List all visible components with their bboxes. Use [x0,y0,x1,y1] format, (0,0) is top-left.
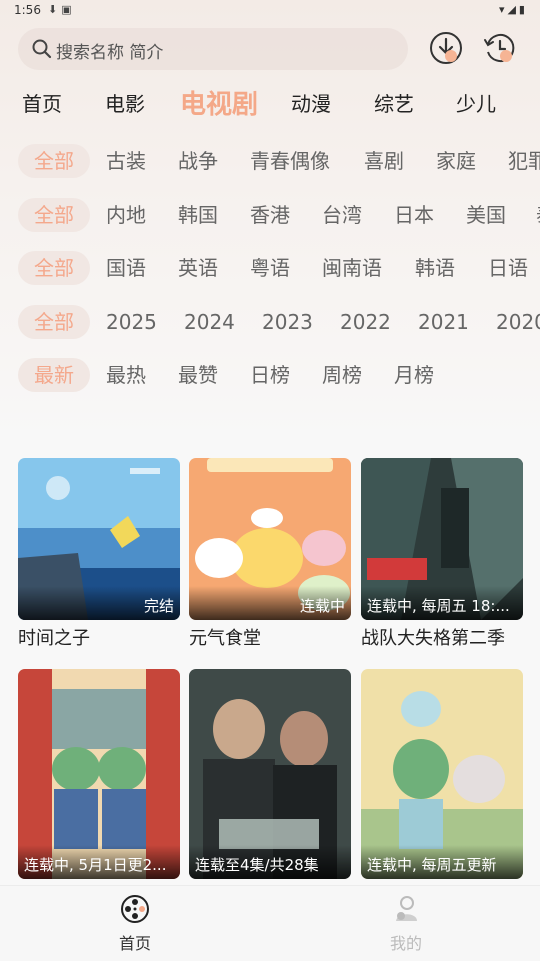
filter-chip[interactable]: 粤语 [250,251,290,285]
poster-image: 完结 [18,458,180,620]
filter-chip[interactable]: 日榜 [250,358,290,392]
poster-image: 连载至4集/共28集 [189,669,351,879]
poster-image: 连载中 [189,458,351,620]
status-badge: 连载中, 每周五 18:... [361,586,523,620]
filter-chip[interactable]: 内地 [106,198,146,232]
status-bar: 1:56 ⬇▣ ▾◢▮ [0,0,540,22]
filter-chip[interactable]: 2025 [106,305,157,339]
filter-chip[interactable]: 2022 [340,305,391,339]
filter-chip[interactable]: 日本 [394,198,434,232]
filter-chip[interactable]: 犯罪 [508,144,540,178]
profile-icon [396,896,417,921]
filter-chip[interactable]: 韩国 [178,198,218,232]
filter-row-region: 全部 内地 韩国 香港 台湾 日本 美国 泰 [0,196,540,238]
download-icon[interactable] [428,30,464,66]
bottom-nav: 首页 我的 [0,885,540,961]
filter-chip[interactable]: 日语 [488,251,528,285]
nav-home-label: 首页 [118,934,151,953]
status-badge: 连载中 [189,586,351,620]
filter-chip[interactable]: 全部 [18,305,90,339]
history-icon[interactable] [482,30,518,66]
filter-chip[interactable]: 战争 [178,144,218,178]
filter-chip[interactable]: 国语 [106,251,146,285]
filter-chip[interactable]: 韩语 [415,251,455,285]
tab-variety[interactable]: 综艺 [374,88,414,117]
system-icons: ▾◢▮ [498,3,528,16]
status-badge: 连载至4集/共28集 [189,845,351,879]
filter-chip[interactable]: 泰 [536,198,540,232]
search-icon [32,39,52,59]
video-title: 战队大失格第二季 [361,628,505,649]
filter-chip[interactable]: 2021 [418,305,469,339]
tab-kids[interactable]: 少儿 [456,88,496,117]
filter-chip[interactable]: 台湾 [322,198,362,232]
tab-home[interactable]: 首页 [22,88,62,117]
filter-chip[interactable]: 最赞 [178,358,218,392]
video-title: 时间之子 [18,628,90,649]
status-time: 1:56 [14,3,41,17]
status-badge: 完结 [18,586,180,620]
filter-chip[interactable]: 青春偶像 [250,144,330,178]
filter-chip[interactable]: 2023 [262,305,313,339]
filter-chip[interactable]: 最热 [106,358,146,392]
video-title: 元气食堂 [189,628,261,649]
search-bar[interactable]: 搜索名称 简介 [18,28,408,70]
filter-chip[interactable]: 香港 [250,198,290,232]
category-tabs: 首页 电影 电视剧 动漫 综艺 少儿 [0,82,540,124]
filter-row-sort: 最新 最热 最赞 日榜 周榜 月榜 [0,356,540,398]
nav-mine-label: 我的 [389,934,422,953]
filter-chip[interactable]: 月榜 [394,358,434,392]
filter-row-type: 全部 古装 战争 青春偶像 喜剧 家庭 犯罪 [0,142,540,184]
filter-chip[interactable]: 2024 [184,305,235,339]
search-placeholder: 搜索名称 简介 [56,43,164,63]
filter-row-year: 全部 2025 2024 2023 2022 2021 2020 [0,303,540,345]
nav-mine[interactable]: 我的 [366,894,446,954]
filter-chip[interactable]: 全部 [18,251,90,285]
tab-tv-series[interactable]: 电视剧 [180,84,258,121]
filter-chip[interactable]: 周榜 [322,358,362,392]
filter-row-language: 全部 国语 英语 粤语 闽南语 韩语 日语 [0,249,540,291]
filter-chip[interactable]: 美国 [466,198,506,232]
filter-chip[interactable]: 2020 [496,305,540,339]
poster-image: 连载中, 每周五 18:... [361,458,523,620]
tab-anime[interactable]: 动漫 [291,88,331,117]
status-badge: 连载中, 5月1日更2... [18,845,180,879]
filter-chip[interactable]: 家庭 [436,144,476,178]
filter-chip[interactable]: 全部 [18,144,90,178]
status-badge: 连载中, 每周五更新 [361,845,523,879]
filter-chip[interactable]: 古装 [106,144,146,178]
filter-chip[interactable]: 闽南语 [322,251,382,285]
poster-image: 连载中, 每周五更新 [361,669,523,879]
notification-icons: ⬇▣ [48,3,76,16]
tab-movie[interactable]: 电影 [105,88,145,117]
film-reel-icon [121,895,149,923]
nav-home[interactable]: 首页 [95,894,175,954]
filter-chip[interactable]: 全部 [18,198,90,232]
filter-chip[interactable]: 英语 [178,251,218,285]
poster-image: 连载中, 5月1日更2... [18,669,180,879]
filter-chip[interactable]: 喜剧 [364,144,404,178]
filter-chip[interactable]: 最新 [18,358,90,392]
